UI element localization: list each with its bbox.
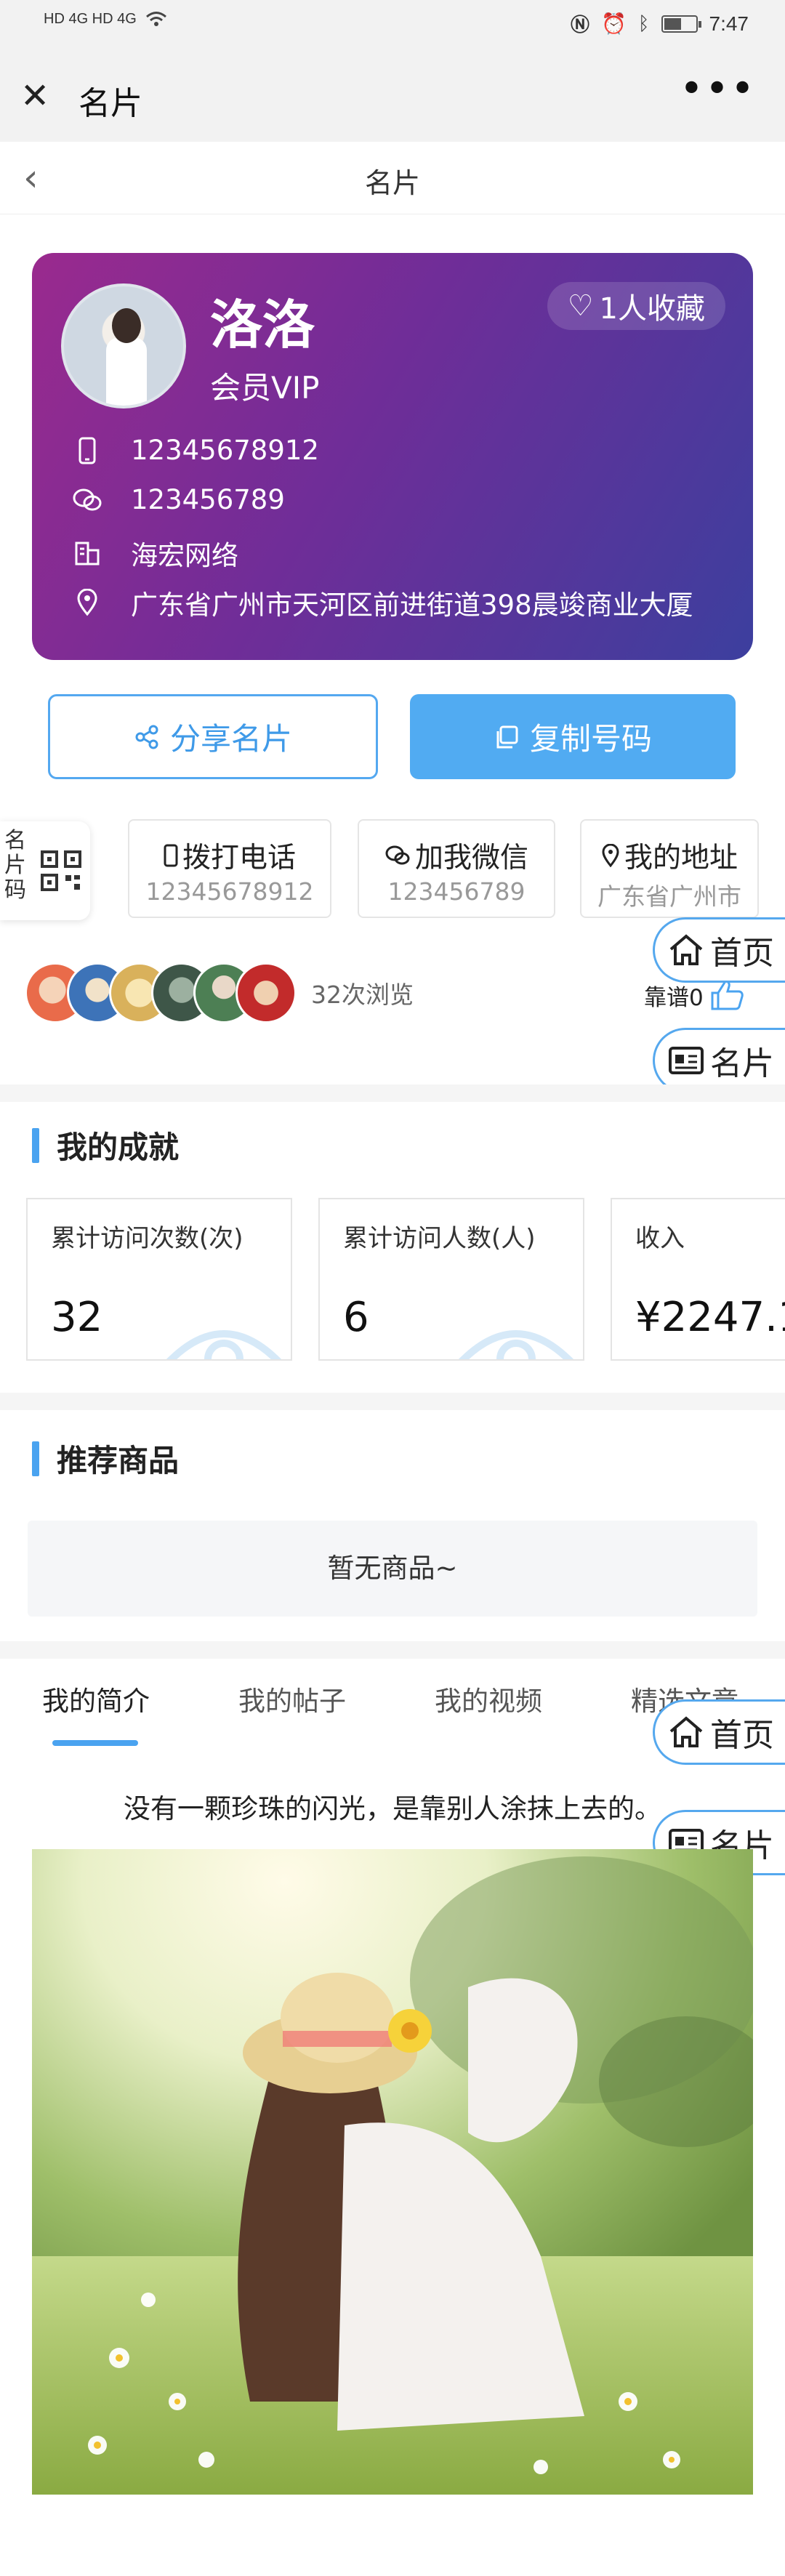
home-icon bbox=[669, 934, 703, 965]
location-icon bbox=[602, 844, 619, 867]
thumbs-up-icon bbox=[711, 980, 744, 1010]
call-phone-card[interactable]: 拨打电话 12345678912 bbox=[128, 819, 331, 918]
float-home-button[interactable]: 首页 bbox=[653, 1699, 785, 1765]
card-address-row[interactable]: 广东省广州市天河区前进街道398晨竣商业大厦 bbox=[67, 583, 693, 622]
tab-posts[interactable]: 我的帖子 bbox=[238, 1679, 346, 1718]
wifi-icon bbox=[145, 12, 166, 26]
battery-icon bbox=[661, 15, 701, 33]
stat-value: ¥2247.1 bbox=[635, 1294, 785, 1341]
share-card-button[interactable]: 分享名片 bbox=[48, 694, 378, 779]
bio-text: 没有一颗珍珠的闪光，是靠别人涂抹上去的。 bbox=[124, 1793, 661, 1824]
card-company-row: 海宏网络 bbox=[67, 534, 238, 573]
stat-value: 32 bbox=[51, 1294, 103, 1341]
favorite-count: 1人收藏 bbox=[599, 292, 705, 326]
qr-label: 名片码 bbox=[4, 828, 26, 903]
mobile-icon bbox=[164, 844, 178, 867]
tab-intro[interactable]: 我的简介 bbox=[42, 1679, 150, 1718]
favorite-button[interactable]: ♡ 1人收藏 bbox=[547, 282, 725, 330]
stat-value: 6 bbox=[343, 1294, 369, 1341]
stat-card: 累计访问人数(人) 6 bbox=[318, 1198, 584, 1361]
add-wechat-card[interactable]: 加我微信 123456789 bbox=[358, 819, 555, 918]
card-name: 洛洛 bbox=[210, 294, 315, 355]
section-divider bbox=[0, 1084, 785, 1102]
my-address-card[interactable]: 我的地址 广东省广州市 bbox=[580, 819, 759, 918]
float-card-button[interactable]: 名片 bbox=[653, 1028, 785, 1093]
card-qr-code-button[interactable]: 名片码 bbox=[0, 821, 90, 920]
status-bar: HD 4G HD 4G Ⓝ ⏰ ᛒ 7:47 bbox=[0, 0, 785, 51]
products-empty: 暂无商品~ bbox=[28, 1521, 757, 1617]
business-card: 洛洛 ♡ 1人收藏 会员VIP 12345678912 123456789 海宏… bbox=[32, 253, 753, 660]
page-header: ‹ 名片 bbox=[0, 142, 785, 214]
share-icon bbox=[135, 725, 158, 749]
active-tab-indicator bbox=[52, 1740, 138, 1746]
float-home-label: 首页 bbox=[710, 1717, 774, 1754]
location-icon bbox=[67, 589, 108, 616]
phone-icon bbox=[67, 437, 108, 464]
avatar bbox=[236, 962, 297, 1023]
card-wechat: 123456789 bbox=[131, 484, 285, 515]
wechat-title: 加我微信 bbox=[414, 842, 528, 874]
signal-icon: HD 4G HD 4G bbox=[44, 10, 137, 27]
kaopu-button[interactable]: 靠谱0 bbox=[644, 978, 744, 1012]
copy-number-button[interactable]: 复制号码 bbox=[410, 694, 736, 779]
stat-label: 累计访问次数(次) bbox=[51, 1224, 243, 1253]
copy-icon bbox=[496, 725, 518, 748]
achievements-title: 我的成就 bbox=[32, 1123, 179, 1167]
call-value: 12345678912 bbox=[145, 877, 314, 906]
tab-videos[interactable]: 我的视频 bbox=[435, 1679, 542, 1718]
stat-label: 累计访问人数(人) bbox=[343, 1224, 536, 1253]
home-icon bbox=[669, 1716, 703, 1747]
page-title: 名片 bbox=[364, 167, 420, 199]
card-address: 广东省广州市天河区前进街道398晨竣商业大厦 bbox=[131, 589, 693, 621]
clock: 7:47 bbox=[709, 12, 749, 35]
view-count: 32次浏览 bbox=[311, 981, 414, 1009]
window-title: 名片 bbox=[78, 85, 142, 122]
building-icon bbox=[67, 540, 108, 566]
eye-icon bbox=[458, 1330, 574, 1359]
card-phone-row[interactable]: 12345678912 bbox=[67, 435, 319, 466]
stat-card: 收入 ¥2247.1 bbox=[611, 1198, 785, 1361]
share-card-label: 分享名片 bbox=[169, 721, 292, 757]
signal-indicators: HD 4G HD 4G bbox=[44, 10, 167, 28]
photo-image bbox=[32, 1849, 753, 2495]
eye-icon bbox=[166, 1330, 282, 1359]
address-title: 我的地址 bbox=[624, 842, 738, 874]
close-icon[interactable]: ✕ bbox=[20, 79, 49, 113]
address-value: 广东省广州市 bbox=[597, 882, 741, 911]
float-card-label: 名片 bbox=[710, 1045, 774, 1082]
card-phone: 12345678912 bbox=[131, 435, 319, 466]
kaopu-label: 靠谱0 bbox=[644, 984, 704, 1011]
id-card-icon bbox=[669, 1047, 704, 1074]
section-divider bbox=[0, 1393, 785, 1410]
section-divider bbox=[0, 1641, 785, 1659]
stat-card: 累计访问次数(次) 32 bbox=[26, 1198, 292, 1361]
heart-icon: ♡ bbox=[567, 289, 594, 323]
alarm-icon: ⏰ bbox=[601, 12, 627, 35]
qr-code-icon bbox=[41, 850, 81, 891]
avatar[interactable] bbox=[61, 283, 186, 408]
window-title-bar: ✕ 名片 ••• bbox=[0, 51, 785, 142]
nfc-icon: Ⓝ bbox=[571, 14, 590, 36]
products-title: 推荐商品 bbox=[32, 1436, 179, 1481]
wechat-value: 123456789 bbox=[387, 877, 526, 906]
wechat-icon bbox=[67, 488, 108, 512]
member-level: 会员VIP bbox=[210, 370, 320, 406]
card-company: 海宏网络 bbox=[131, 540, 238, 571]
stat-label: 收入 bbox=[635, 1224, 685, 1253]
float-home-label: 首页 bbox=[710, 935, 774, 972]
intro-photo[interactable] bbox=[32, 1849, 753, 2495]
float-home-button[interactable]: 首页 bbox=[653, 917, 785, 983]
call-title: 拨打电话 bbox=[182, 842, 296, 874]
wechat-icon bbox=[385, 845, 410, 865]
card-wechat-row[interactable]: 123456789 bbox=[67, 484, 285, 515]
bluetooth-icon: ᛒ bbox=[637, 12, 650, 34]
copy-number-label: 复制号码 bbox=[529, 721, 652, 757]
more-icon[interactable]: ••• bbox=[680, 65, 756, 113]
